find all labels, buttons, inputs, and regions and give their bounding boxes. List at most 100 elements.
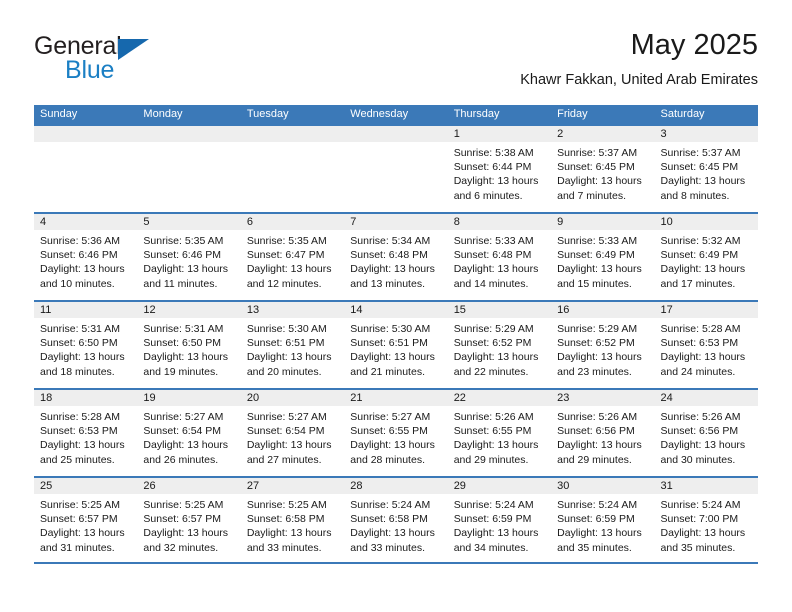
page-title: May 2025 (630, 29, 758, 61)
calendar-week-row: 25 Sunrise: 5:25 AM Sunset: 6:57 PM Dayligh… (34, 476, 758, 564)
day-number: 27 (240, 478, 345, 494)
day-details: Sunrise: 5:26 AM Sunset: 6:56 PM Daylight:… (551, 406, 654, 467)
day-cell[interactable]: 22 Sunrise: 5:26 AM Sunset: 6:55 PM Dayligh… (447, 390, 552, 476)
day-cell[interactable]: 5 Sunrise: 5:35 AM Sunset: 6:46 PM Daylight… (137, 214, 241, 300)
day-cell[interactable]: 8 Sunrise: 5:33 AM Sunset: 6:48 PM Daylight… (447, 214, 552, 300)
day-details: Sunrise: 5:29 AM Sunset: 6:52 PM Daylight:… (448, 318, 551, 379)
day-details: Sunrise: 5:35 AM Sunset: 6:47 PM Daylight:… (241, 230, 344, 291)
weekday-header-saturday: Saturday (660, 108, 705, 120)
day-details: Sunrise: 5:24 AM Sunset: 6:59 PM Daylight:… (448, 494, 551, 555)
sunrise-text: Sunrise: 5:24 AM (557, 499, 638, 511)
calendar-grid: Sunday Monday Tuesday Wednesday Thursday Frid… (34, 105, 758, 564)
weekday-header-row: Sunday Monday Tuesday Wednesday Thursday Frid… (34, 105, 758, 124)
day-cell[interactable]: 11 Sunrise: 5:31 AM Sunset: 6:50 PM Dayligh… (34, 302, 138, 388)
day-cell[interactable]: 14 Sunrise: 5:30 AM Sunset: 6:51 PM Dayligh… (344, 302, 448, 388)
daylight-text-cont: and 21 minutes. (350, 365, 425, 378)
sunrise-text: Sunrise: 5:25 AM (143, 499, 224, 511)
sunset-text: Sunset: 6:55 PM (350, 425, 428, 438)
day-cell[interactable]: 21 Sunrise: 5:27 AM Sunset: 6:55 PM Dayligh… (344, 390, 448, 476)
day-cell[interactable]: 25 Sunrise: 5:25 AM Sunset: 6:57 PM Dayligh… (34, 478, 138, 562)
day-cell-empty (240, 126, 345, 212)
daylight-text-cont: and 35 minutes. (557, 541, 632, 554)
day-cell[interactable]: 30 Sunrise: 5:24 AM Sunset: 6:59 PM Dayligh… (551, 478, 655, 562)
day-cell[interactable]: 9 Sunrise: 5:33 AM Sunset: 6:49 PM Daylight… (551, 214, 655, 300)
brand-logo: General Blue (34, 32, 264, 92)
blue-triangle-icon (118, 39, 149, 60)
day-cell[interactable]: 29 Sunrise: 5:24 AM Sunset: 6:59 PM Dayligh… (447, 478, 552, 562)
day-details: Sunrise: 5:24 AM Sunset: 6:59 PM Daylight:… (551, 494, 654, 555)
daylight-text: Daylight: 13 hours (143, 351, 229, 364)
sunrise-text: Sunrise: 5:28 AM (660, 323, 741, 335)
sunset-text: Sunset: 6:45 PM (660, 161, 739, 174)
day-number: 2 (551, 126, 655, 142)
day-number: 12 (137, 302, 241, 318)
day-number: 11 (34, 302, 138, 318)
day-details: Sunrise: 5:28 AM Sunset: 6:53 PM Daylight:… (655, 318, 758, 379)
sunrise-text: Sunrise: 5:28 AM (40, 411, 120, 423)
day-cell[interactable]: 27 Sunrise: 5:25 AM Sunset: 6:58 PM Dayligh… (240, 478, 345, 562)
sunrise-text: Sunrise: 5:38 AM (453, 147, 534, 159)
daylight-text-cont: and 13 minutes. (350, 277, 425, 290)
day-details: Sunrise: 5:26 AM Sunset: 6:55 PM Daylight:… (448, 406, 551, 467)
daylight-text-cont: and 20 minutes. (246, 365, 322, 378)
calendar-week-row: 1 Sunrise: 5:38 AM Sunset: 6:44 PM Daylight… (34, 124, 758, 212)
day-cell[interactable]: 1 Sunrise: 5:38 AM Sunset: 6:44 PM Daylight… (447, 126, 552, 212)
day-cell[interactable]: 7 Sunrise: 5:34 AM Sunset: 6:48 PM Daylight… (344, 214, 448, 300)
sunset-text: Sunset: 6:55 PM (453, 425, 532, 438)
daylight-text-cont: and 14 minutes. (453, 277, 529, 290)
day-cell[interactable]: 17 Sunrise: 5:28 AM Sunset: 6:53 PM Dayligh… (654, 302, 758, 388)
day-number (240, 126, 345, 142)
daylight-text: Daylight: 13 hours (660, 263, 746, 276)
daylight-text-cont: and 19 minutes. (143, 365, 219, 378)
daylight-text: Daylight: 13 hours (350, 263, 435, 276)
day-details: Sunrise: 5:30 AM Sunset: 6:51 PM Daylight:… (241, 318, 344, 379)
day-cell[interactable]: 13 Sunrise: 5:30 AM Sunset: 6:51 PM Dayligh… (240, 302, 345, 388)
sunset-text: Sunset: 6:51 PM (350, 337, 428, 350)
sunset-text: Sunset: 6:44 PM (453, 161, 532, 174)
daylight-text: Daylight: 13 hours (660, 351, 746, 364)
day-details: Sunrise: 5:24 AM Sunset: 6:58 PM Daylight:… (344, 494, 447, 555)
calendar-week-row: 4 Sunrise: 5:36 AM Sunset: 6:46 PM Daylight… (34, 212, 758, 300)
day-cell[interactable]: 28 Sunrise: 5:24 AM Sunset: 6:58 PM Dayligh… (344, 478, 448, 562)
day-cell[interactable]: 2 Sunrise: 5:37 AM Sunset: 6:45 PM Daylight… (551, 126, 655, 212)
sunset-text: Sunset: 6:59 PM (557, 513, 635, 526)
day-details: Sunrise: 5:37 AM Sunset: 6:45 PM Daylight:… (551, 142, 654, 203)
daylight-text: Daylight: 13 hours (557, 351, 642, 364)
calendar-week-row: 11 Sunrise: 5:31 AM Sunset: 6:50 PM Dayligh… (34, 300, 758, 388)
day-cell-empty (137, 126, 241, 212)
sunrise-text: Sunrise: 5:26 AM (660, 411, 741, 423)
day-cell[interactable]: 4 Sunrise: 5:36 AM Sunset: 6:46 PM Daylight… (34, 214, 138, 300)
day-cell[interactable]: 16 Sunrise: 5:29 AM Sunset: 6:52 PM Dayligh… (551, 302, 655, 388)
day-cell[interactable]: 3 Sunrise: 5:37 AM Sunset: 6:45 PM Daylight… (654, 126, 758, 212)
sunset-text: Sunset: 6:46 PM (40, 249, 118, 262)
day-cell[interactable]: 15 Sunrise: 5:29 AM Sunset: 6:52 PM Dayligh… (447, 302, 552, 388)
day-details (241, 142, 344, 146)
day-cell[interactable]: 19 Sunrise: 5:27 AM Sunset: 6:54 PM Dayligh… (137, 390, 241, 476)
daylight-text-cont: and 24 minutes. (660, 365, 736, 378)
day-cell[interactable]: 31 Sunrise: 5:24 AM Sunset: 7:00 PM Dayligh… (654, 478, 758, 562)
daylight-text-cont: and 12 minutes. (246, 277, 322, 290)
daylight-text-cont: and 33 minutes. (246, 541, 322, 554)
day-cell[interactable]: 10 Sunrise: 5:32 AM Sunset: 6:49 PM Dayligh… (654, 214, 758, 300)
daylight-text-cont: and 32 minutes. (143, 541, 219, 554)
sunrise-text: Sunrise: 5:27 AM (246, 411, 327, 423)
day-cell[interactable]: 26 Sunrise: 5:25 AM Sunset: 6:57 PM Dayligh… (137, 478, 241, 562)
daylight-text-cont: and 29 minutes. (557, 453, 632, 466)
sunrise-text: Sunrise: 5:26 AM (453, 411, 534, 423)
day-cell[interactable]: 12 Sunrise: 5:31 AM Sunset: 6:50 PM Dayligh… (137, 302, 241, 388)
day-cell[interactable]: 20 Sunrise: 5:27 AM Sunset: 6:54 PM Dayligh… (240, 390, 345, 476)
day-number: 26 (137, 478, 241, 494)
daylight-text: Daylight: 13 hours (246, 439, 332, 452)
day-cell[interactable]: 18 Sunrise: 5:28 AM Sunset: 6:53 PM Dayligh… (34, 390, 138, 476)
sunset-text: Sunset: 6:47 PM (246, 249, 325, 262)
daylight-text-cont: and 10 minutes. (40, 277, 115, 290)
day-cell[interactable]: 6 Sunrise: 5:35 AM Sunset: 6:47 PM Daylight… (240, 214, 345, 300)
day-cell[interactable]: 23 Sunrise: 5:26 AM Sunset: 6:56 PM Dayligh… (551, 390, 655, 476)
sunset-text: Sunset: 6:53 PM (660, 337, 739, 350)
daylight-text-cont: and 31 minutes. (40, 541, 115, 554)
sunrise-text: Sunrise: 5:24 AM (453, 499, 534, 511)
day-cell[interactable]: 24 Sunrise: 5:26 AM Sunset: 6:56 PM Dayligh… (654, 390, 758, 476)
day-number: 14 (344, 302, 448, 318)
sunset-text: Sunset: 6:56 PM (660, 425, 739, 438)
daylight-text: Daylight: 13 hours (143, 527, 229, 540)
